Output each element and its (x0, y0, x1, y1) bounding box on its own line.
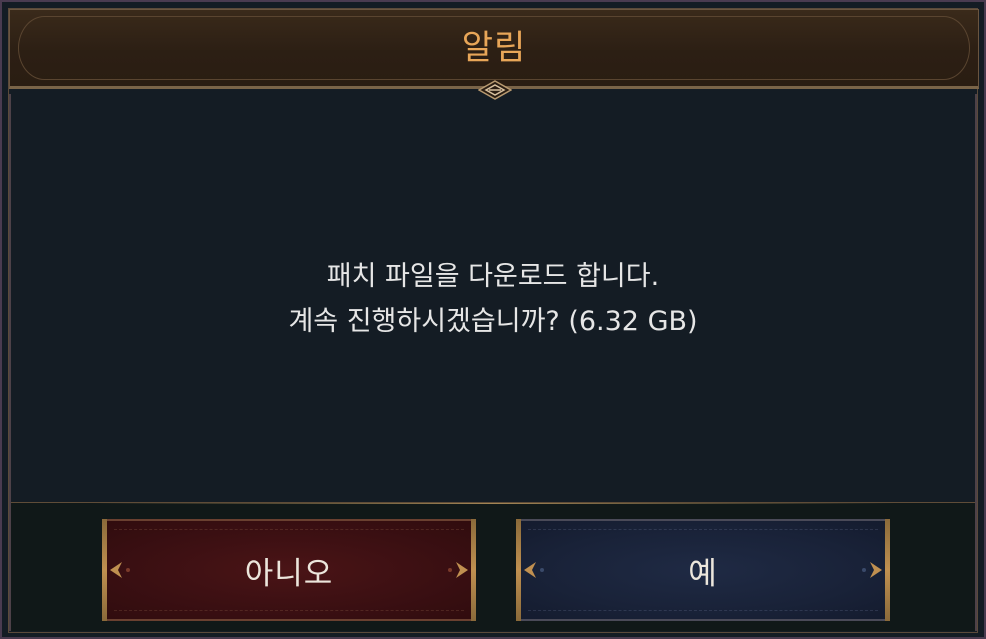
notice-dialog: 알림 패치 파일을 다운로드 합니다. 계속 진행하시겠습니까? (6.32 G… (0, 0, 986, 639)
message-line-1: 패치 파일을 다운로드 합니다. (326, 261, 660, 292)
dialog-header: 알림 (9, 9, 979, 89)
dialog-message: 패치 파일을 다운로드 합니다. 계속 진행하시겠습니까? (6.32 GB) (2, 254, 984, 344)
right-frame-line (975, 94, 977, 631)
yes-button[interactable]: 예 (516, 519, 890, 621)
arrow-ornament-icon (448, 562, 468, 578)
diamond-ornament-icon (478, 80, 512, 100)
no-button[interactable]: 아니오 (102, 519, 476, 621)
button-trim-right (885, 519, 890, 621)
arrow-ornament-icon (524, 562, 544, 578)
dialog-title: 알림 (461, 28, 527, 68)
button-trim-left (102, 519, 107, 621)
message-line-2: 계속 진행하시겠습니까? (6.32 GB) (288, 306, 698, 337)
button-trim-left (516, 519, 521, 621)
arrow-ornament-icon (110, 562, 130, 578)
no-button-label: 아니오 (244, 555, 334, 592)
yes-button-label: 예 (688, 555, 718, 592)
button-trim-right (471, 519, 476, 621)
footer-divider (91, 503, 895, 504)
arrow-ornament-icon (862, 562, 882, 578)
